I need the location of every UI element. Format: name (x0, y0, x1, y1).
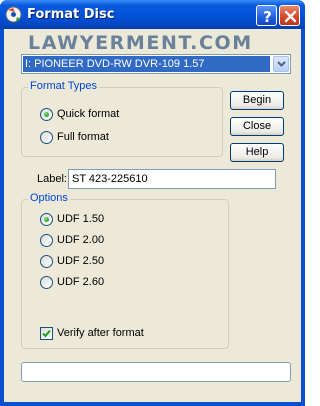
radio-button[interactable] (40, 131, 53, 144)
radio-button[interactable] (40, 255, 53, 268)
help-button[interactable]: Help (230, 143, 284, 162)
question-mark-icon: ? (263, 8, 272, 26)
svg-text:?: ? (263, 8, 272, 26)
options-group: Options UDF 1.50 UDF 2.00 UDF 2.50 UDF 2… (21, 192, 229, 349)
format-types-title: Format Types (28, 80, 100, 92)
options-title: Options (28, 192, 70, 204)
radio-button[interactable] (40, 276, 53, 289)
watermark: LAWYERMENT.COM (28, 32, 253, 54)
radio-selected-dot (44, 217, 49, 222)
radio-button[interactable] (40, 234, 53, 247)
drive-select-dropdown-button[interactable] (273, 56, 289, 72)
radio-label: UDF 2.00 (57, 234, 105, 246)
progress-bar (21, 362, 291, 382)
window-title: Format Disc (27, 7, 115, 22)
help-caption-button[interactable]: ? (256, 5, 277, 26)
label-input[interactable]: ST 423-225610 (68, 169, 276, 189)
begin-button[interactable]: Begin (230, 91, 284, 110)
checkbox-label: Verify after format (57, 327, 144, 339)
chevron-down-icon (277, 61, 286, 67)
radio-label: Quick format (57, 108, 120, 120)
checkmark-icon (42, 329, 51, 338)
format-disc-app-icon (5, 6, 22, 23)
title-bar[interactable]: Format Disc ? (0, 0, 305, 29)
radio-label: UDF 2.60 (57, 276, 105, 288)
radio-label: Full format (57, 131, 109, 143)
label-caption: Label: (37, 173, 67, 185)
radio-selected-dot (44, 112, 49, 117)
drive-select[interactable]: I: PIONEER DVD-RW DVR-109 1.57 (21, 54, 291, 74)
drive-select-value: I: PIONEER DVD-RW DVR-109 1.57 (23, 56, 270, 72)
radio-button[interactable] (40, 213, 53, 226)
radio-label: UDF 1.50 (57, 213, 105, 225)
dialog-body: LAWYERMENT.COM I: PIONEER DVD-RW DVR-109… (4, 29, 301, 402)
close-caption-button[interactable] (279, 5, 300, 26)
checkbox[interactable] (40, 327, 53, 340)
format-disc-window: Format Disc ? LAWYERMENT.COM I: PIONEER … (0, 0, 305, 406)
close-button[interactable]: Close (230, 117, 284, 136)
radio-label: UDF 2.50 (57, 255, 105, 267)
radio-button[interactable] (40, 108, 53, 121)
close-x-icon (284, 10, 297, 23)
format-types-group: Format Types Quick format Full format (21, 80, 223, 157)
